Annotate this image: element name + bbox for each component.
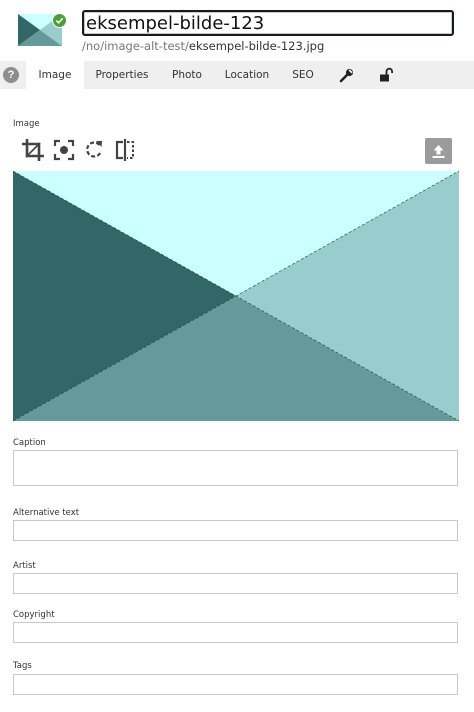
- path-prefix: /no/image-alt-test/: [82, 39, 189, 53]
- wrench-icon[interactable]: [339, 67, 355, 83]
- caption-field[interactable]: [13, 450, 458, 486]
- content-path: /no/image-alt-test/eksempel-bilde-123.jp…: [82, 39, 324, 53]
- tab-location[interactable]: Location: [220, 61, 274, 89]
- check-icon: [52, 13, 67, 28]
- path-file: eksempel-bilde-123.jpg: [188, 39, 325, 53]
- tab-photo[interactable]: Photo: [166, 61, 208, 89]
- tags-label: Tags: [13, 661, 32, 671]
- upload-button[interactable]: [425, 138, 452, 164]
- alt-text-field[interactable]: [13, 520, 458, 541]
- content-name-input[interactable]: [82, 10, 454, 36]
- artist-label: Artist: [13, 561, 36, 571]
- tags-field[interactable]: [13, 674, 458, 695]
- tab-bar: ? Image Properties Photo Location SEO: [0, 61, 474, 89]
- image-preview[interactable]: [12, 170, 460, 422]
- help-icon[interactable]: ?: [3, 67, 19, 83]
- tab-image[interactable]: Image: [26, 61, 84, 89]
- caption-label: Caption: [13, 438, 46, 448]
- artist-field[interactable]: [13, 573, 458, 594]
- alt-text-label: Alternative text: [13, 508, 80, 518]
- copyright-field[interactable]: [13, 622, 458, 643]
- upload-icon: [432, 145, 445, 158]
- copyright-label: Copyright: [13, 610, 55, 620]
- unlock-icon[interactable]: [378, 67, 394, 83]
- flip-icon[interactable]: [113, 138, 137, 162]
- image-section-label: Image: [13, 119, 40, 129]
- tab-properties[interactable]: Properties: [90, 61, 154, 89]
- content-header: /no/image-alt-test/eksempel-bilde-123.jp…: [0, 0, 474, 60]
- rotate-icon[interactable]: [82, 138, 106, 162]
- focus-icon[interactable]: [52, 138, 76, 162]
- crop-icon[interactable]: [21, 138, 45, 162]
- tab-seo[interactable]: SEO: [288, 61, 318, 89]
